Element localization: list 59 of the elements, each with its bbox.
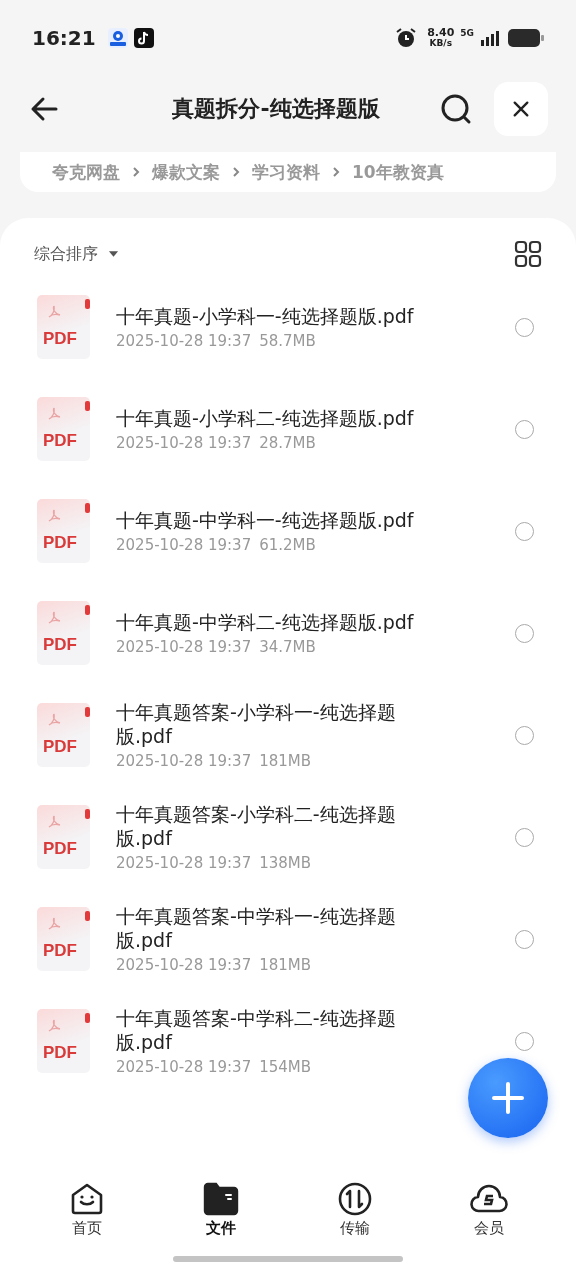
pdf-file-icon: PDF bbox=[37, 805, 90, 869]
file-size: 181MB bbox=[259, 956, 312, 974]
file-name[interactable]: 十年真题-小学科一-纯选择题版.pdf bbox=[116, 304, 441, 328]
close-button[interactable] bbox=[494, 82, 548, 136]
chevron-icon bbox=[332, 166, 340, 178]
pdf-file-icon: PDF bbox=[37, 397, 90, 461]
pdf-file-icon: PDF bbox=[37, 601, 90, 665]
file-name[interactable]: 十年真题答案-小学科二-纯选择题版.pdf bbox=[116, 802, 441, 850]
file-size: 58.7MB bbox=[259, 332, 316, 350]
file-date: 2025-10-28 19:37 bbox=[116, 536, 252, 554]
file-name[interactable]: 十年真题答案-中学科一-纯选择题版.pdf bbox=[116, 904, 441, 952]
status-time: 16:21 bbox=[32, 26, 96, 50]
speed-unit: KB/s bbox=[429, 38, 452, 49]
file-size: 61.2MB bbox=[259, 536, 316, 554]
file-name[interactable]: 十年真题答案-中学科二-纯选择题版.pdf bbox=[116, 1006, 441, 1054]
transfer-icon bbox=[337, 1181, 373, 1217]
grid-view-icon[interactable] bbox=[514, 240, 542, 268]
pdf-file-icon: PDF bbox=[37, 499, 90, 563]
plus-icon bbox=[491, 1081, 525, 1115]
file-date: 2025-10-28 19:37 bbox=[116, 1058, 252, 1076]
nav-tab[interactable]: 传输 bbox=[310, 1181, 400, 1238]
file-size: 181MB bbox=[259, 752, 312, 770]
nav-tab[interactable]: 文件 bbox=[176, 1181, 266, 1238]
file-date: 2025-10-28 19:37 bbox=[116, 956, 252, 974]
alarm-icon bbox=[395, 27, 418, 49]
page-title: 真题拆分-纯选择题版 bbox=[171, 95, 381, 123]
network-speed: 8.40 bbox=[427, 27, 455, 38]
nav-tab[interactable]: 首页 bbox=[42, 1181, 132, 1238]
chevron-icon bbox=[232, 166, 240, 178]
pdf-file-icon: PDF bbox=[37, 295, 90, 359]
file-date: 2025-10-28 19:37 bbox=[116, 638, 252, 656]
file-name[interactable]: 十年真题答案-小学科一-纯选择题版.pdf bbox=[116, 700, 441, 748]
file-size: 138MB bbox=[259, 854, 312, 872]
file-name[interactable]: 十年真题-中学科一-纯选择题版.pdf bbox=[116, 508, 441, 532]
folder-icon bbox=[203, 1181, 239, 1217]
file-size: 28.7MB bbox=[259, 434, 316, 452]
battery-icon bbox=[508, 28, 544, 48]
file-name[interactable]: 十年真题-小学科二-纯选择题版.pdf bbox=[116, 406, 441, 430]
app-icon bbox=[107, 28, 128, 48]
signal-icon bbox=[480, 30, 502, 46]
file-date: 2025-10-28 19:37 bbox=[116, 332, 252, 350]
file-size: 154MB bbox=[259, 1058, 312, 1076]
pdf-file-icon: PDF bbox=[37, 907, 90, 971]
file-date: 2025-10-28 19:37 bbox=[116, 854, 252, 872]
home-icon bbox=[69, 1181, 105, 1217]
nav-tab[interactable]: 会员 bbox=[444, 1181, 534, 1238]
pdf-file-icon: PDF bbox=[37, 703, 90, 767]
file-date: 2025-10-28 19:37 bbox=[116, 752, 252, 770]
sort-dropdown[interactable]: 综合排序 bbox=[34, 243, 98, 265]
file-size: 34.7MB bbox=[259, 638, 316, 656]
search-icon[interactable] bbox=[440, 93, 472, 125]
close-icon bbox=[512, 100, 530, 118]
file-date: 2025-10-28 19:37 bbox=[116, 434, 252, 452]
pdf-file-icon: PDF bbox=[37, 1009, 90, 1073]
file-name[interactable]: 十年真题-中学科二-纯选择题版.pdf bbox=[116, 610, 441, 634]
app-icon bbox=[133, 28, 154, 48]
caret-icon[interactable] bbox=[108, 250, 119, 258]
network-type: 5G bbox=[460, 28, 474, 38]
chevron-icon bbox=[132, 166, 140, 178]
